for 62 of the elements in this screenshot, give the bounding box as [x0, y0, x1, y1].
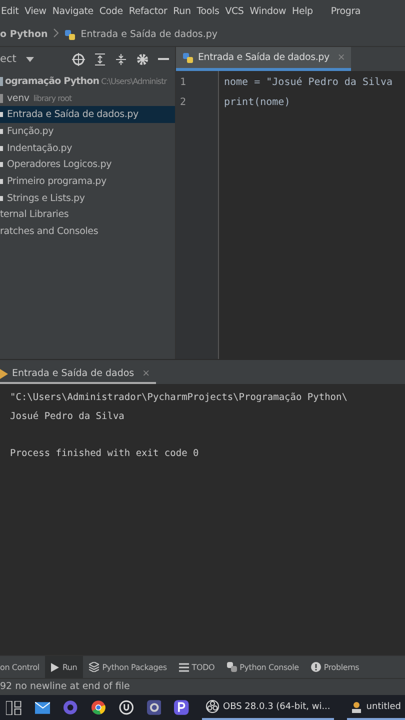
tree-item[interactable]: ratches and Consoles	[0, 223, 175, 240]
task-view-icon[interactable]	[6, 700, 22, 714]
console-line: "C:\Users\Administrador\PycharmProjects\Programação Python\	[10, 391, 348, 405]
tool-window-tab[interactable]: on Control	[0, 656, 46, 678]
tree-item[interactable]: ternal Libraries	[0, 206, 175, 224]
play-icon	[51, 662, 60, 672]
breadcrumb-item[interactable]: Entrada e Saída de dados.py	[80, 29, 218, 40]
tree-item[interactable]: Strings e Lists.py	[0, 190, 175, 206]
menu-item[interactable]: Code	[99, 6, 123, 17]
line-number: 2	[179, 96, 188, 110]
menu-item[interactable]: Refactor	[128, 6, 168, 17]
menu-item[interactable]: View	[24, 6, 46, 17]
document-icon	[351, 700, 362, 712]
console-line: Josué Pedro da Silva	[10, 410, 126, 424]
app-icon[interactable]	[63, 700, 78, 715]
expand-all-icon[interactable]	[94, 52, 106, 66]
editor-tab[interactable]: Entrada e Saída de dados.py ×	[176, 47, 352, 71]
taskbar-window[interactable]: untitled	[347, 695, 405, 720]
python-icon	[226, 662, 237, 672]
python-file-icon	[64, 28, 76, 40]
minimize-icon[interactable]	[158, 58, 169, 60]
tool-window-tab[interactable]: Run	[45, 656, 84, 678]
settings-icon[interactable]	[136, 52, 149, 66]
tool-window-tab[interactable]: Python Packages	[83, 656, 173, 678]
play-icon	[0, 368, 8, 378]
tool-window-tab[interactable]: Python Console	[220, 656, 305, 678]
circle-icon[interactable]	[118, 700, 134, 715]
alert-icon	[310, 662, 321, 672]
tool-window-tab[interactable]: Problems	[304, 656, 366, 678]
view-dropdown[interactable]: ect	[0, 53, 16, 65]
caret-icon[interactable]	[25, 55, 36, 63]
tree-item[interactable]: Indentação.py	[0, 140, 175, 156]
code-line: print(nome)	[224, 96, 292, 110]
python-file-icon	[182, 52, 194, 64]
tree-item[interactable]: Primeiro programa.py	[0, 173, 175, 190]
menu-item[interactable]: Progra	[330, 6, 361, 17]
tree-item[interactable]: ogramação Python C:\Users\Administr	[0, 73, 175, 90]
code-line: nome = "Josué Pedro da Silva	[224, 76, 394, 90]
tree-item[interactable]: Função.py	[0, 123, 175, 140]
crosshair-icon[interactable]	[72, 52, 85, 66]
taskbar-window[interactable]: OBS 28.0.3 (64-bit, wi...	[202, 695, 334, 720]
menu-item[interactable]: Help	[292, 6, 313, 17]
p-app-icon[interactable]	[174, 700, 189, 715]
list-icon	[178, 662, 189, 672]
tree-item[interactable]: Entrada e Saída de dados.py	[0, 106, 175, 124]
menu-item[interactable]: Navigate	[52, 6, 94, 17]
mail-icon[interactable]	[34, 702, 50, 714]
tool-window-tab[interactable]: TODO	[172, 656, 221, 678]
console-line: Process finished with exit code 0	[10, 446, 200, 460]
menu-item[interactable]: Window	[250, 6, 286, 17]
obs-icon	[206, 700, 219, 713]
line-number: 1	[179, 76, 188, 90]
browser-icon[interactable]	[91, 700, 106, 715]
collapse-all-icon[interactable]	[115, 52, 127, 66]
breadcrumb-item[interactable]: o Python	[0, 29, 48, 40]
tree-item[interactable]: venv library root	[0, 90, 175, 106]
menu-item[interactable]: Run	[173, 6, 191, 17]
layers-icon	[89, 662, 100, 672]
menu-item[interactable]: Tools	[196, 6, 220, 17]
tree-item[interactable]: Operadores Logicos.py	[0, 156, 175, 174]
menu-item[interactable]: Edit	[1, 6, 19, 17]
menu-item[interactable]: VCS	[225, 6, 244, 17]
